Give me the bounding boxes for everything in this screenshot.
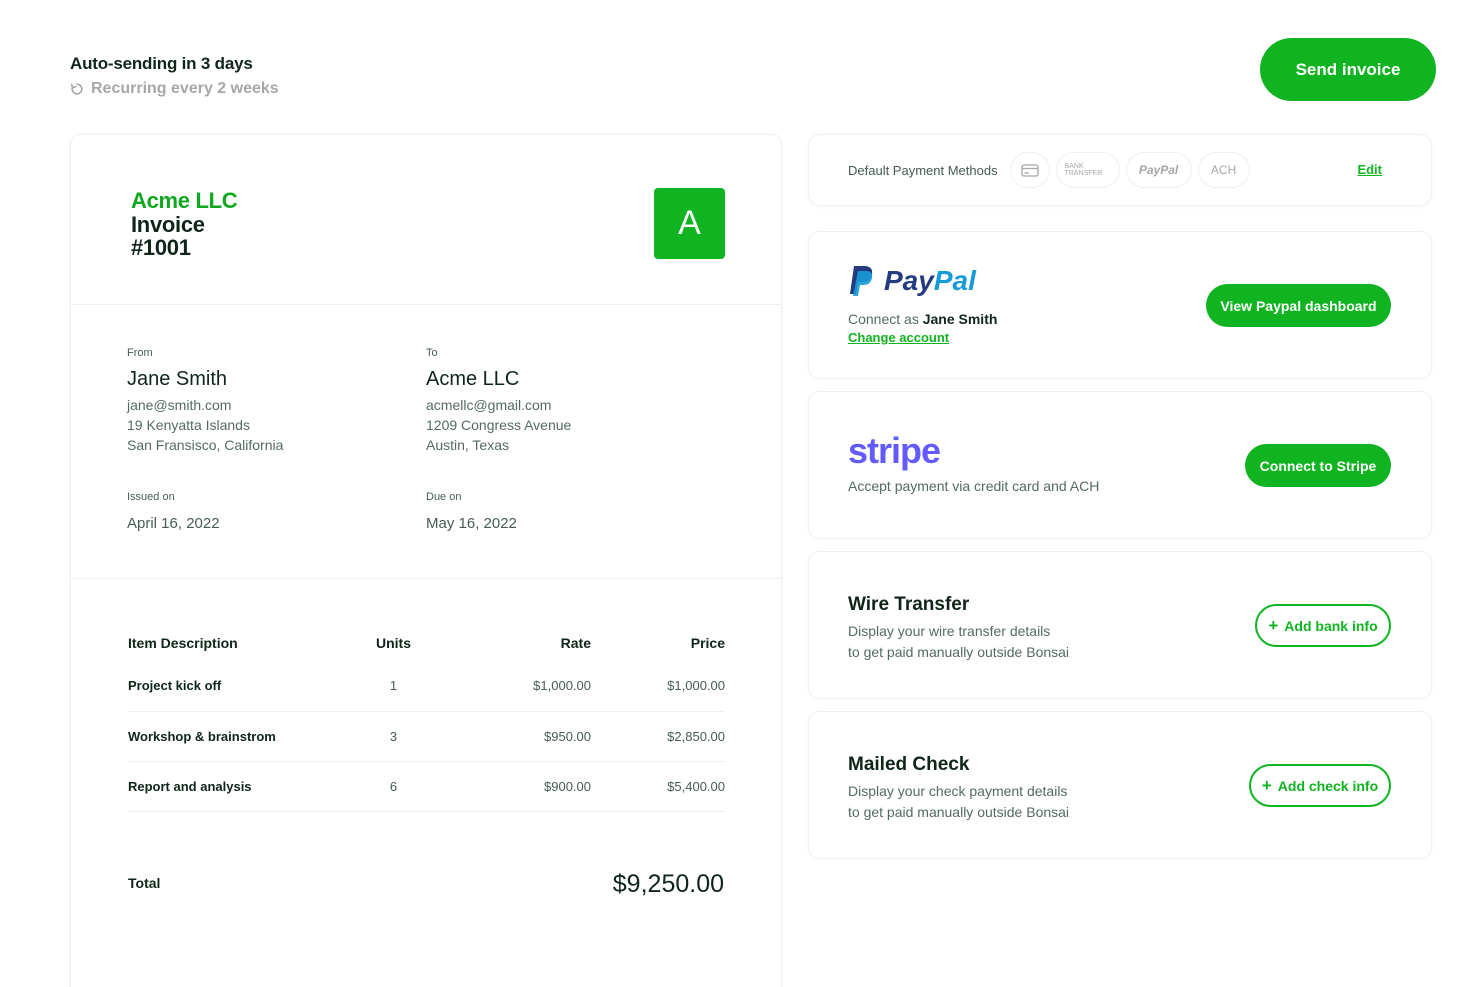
table-row[interactable]: Report and analysis 6 $900.00 $5,400.00 [128, 761, 725, 812]
item-description: Project kick off [128, 661, 336, 712]
view-paypal-dashboard-button[interactable]: View Paypal dashboard [1206, 284, 1391, 327]
to-name: Acme LLC [426, 368, 520, 390]
stripe-card: stripe Accept payment via credit card an… [808, 391, 1432, 539]
invoice-card: Acme LLC Invoice #1001 A From Jane Smith… [70, 134, 782, 987]
from-address2: San Fransisco, California [127, 437, 284, 453]
default-payment-methods: Default Payment Methods BANK TRANSFER Pa… [808, 134, 1432, 206]
paypal-wordmark-pay: Pay [884, 265, 934, 296]
invoice-company: Acme LLC [131, 188, 238, 213]
item-price: $2,850.00 [591, 711, 725, 762]
issued-label: Issued on [127, 491, 175, 503]
connect-name: Jane Smith [922, 311, 998, 327]
paypal-logo: PayPal [848, 265, 976, 297]
item-units: 6 [336, 761, 451, 812]
from-address1: 19 Kenyatta Islands [127, 417, 250, 433]
bank-transfer-chip: BANK TRANSFER [1055, 152, 1120, 188]
paypal-wordmark: PayPal [884, 265, 976, 297]
to-label: To [426, 347, 438, 359]
check-line-2: to get paid manually outside Bonsai [848, 804, 1070, 820]
col-description: Item Description [128, 635, 238, 651]
to-email: acmellc@gmail.com [426, 397, 552, 413]
item-rate: $1,000.00 [451, 661, 591, 712]
due-label: Due on [426, 491, 462, 503]
table-row[interactable]: Project kick off 1 $1,000.00 $1,000.00 [128, 661, 725, 712]
item-rate: $900.00 [451, 761, 591, 812]
ach-chip: ACH [1197, 152, 1250, 188]
card-method-chip [1009, 152, 1050, 188]
col-units: Units [376, 635, 411, 651]
add-check-info-label: Add check info [1277, 777, 1379, 794]
paypal-wordmark-pal: Pal [933, 265, 976, 296]
credit-card-icon [1020, 163, 1039, 177]
mailed-check-title: Mailed Check [848, 754, 970, 775]
paypal-connected-as: Connect as Jane Smith [848, 309, 997, 330]
line-items-table: Item Description Units Rate Price Projec… [128, 625, 725, 812]
paypal-card: PayPal Connect as Jane Smith Change acco… [808, 231, 1432, 379]
add-check-info-button[interactable]: + Add check info [1249, 764, 1391, 807]
total-amount: $9,250.00 [612, 870, 724, 898]
invoice-header: Acme LLC Invoice #1001 A [71, 135, 781, 305]
recurring-info: Recurring every 2 weeks [70, 80, 279, 98]
from-name: Jane Smith [127, 368, 228, 390]
recurring-text: Recurring every 2 weeks [91, 80, 279, 97]
add-bank-info-button[interactable]: + Add bank info [1255, 604, 1391, 647]
stripe-description: Accept payment via credit card and ACH [848, 478, 1100, 494]
invoice-title: Invoice #1001 [131, 212, 205, 260]
total-label: Total [128, 875, 161, 891]
item-price: $5,400.00 [591, 761, 725, 812]
table-header-row: Item Description Units Rate Price [128, 625, 725, 661]
issued-date: April 16, 2022 [127, 515, 220, 532]
check-line-1: Display your check payment details [848, 783, 1068, 799]
wire-line-1: Display your wire transfer details [848, 623, 1051, 639]
plus-icon: + [1268, 616, 1279, 635]
plus-icon: + [1261, 776, 1272, 795]
connect-stripe-button[interactable]: Connect to Stripe [1245, 444, 1391, 487]
item-units: 3 [336, 711, 451, 762]
to-address1: 1209 Congress Avenue [426, 417, 572, 433]
item-price: $1,000.00 [591, 661, 725, 712]
edit-payment-methods-link[interactable]: Edit [1357, 162, 1382, 177]
wire-line-2: to get paid manually outside Bonsai [848, 644, 1070, 660]
paypal-chip: PayPal [1125, 152, 1192, 188]
paypal-p-icon [850, 266, 873, 296]
change-account-link[interactable]: Change account [848, 330, 949, 345]
add-bank-info-label: Add bank info [1284, 617, 1378, 634]
schedule-info: Auto-sending in 3 days Recurring every 2… [70, 54, 279, 98]
connect-prefix: Connect as [848, 311, 923, 327]
section-divider [71, 578, 781, 579]
payment-methods-label: Default Payment Methods [848, 162, 998, 178]
table-row[interactable]: Workshop & brainstrom 3 $950.00 $2,850.0… [128, 711, 725, 762]
from-details: jane@smith.com 19 Kenyatta Islands San F… [127, 395, 283, 455]
auto-sending-text: Auto-sending in 3 days [70, 54, 253, 73]
from-email: jane@smith.com [127, 397, 232, 413]
send-invoice-button[interactable]: Send invoice [1260, 38, 1436, 101]
item-description: Workshop & brainstrom [128, 711, 336, 762]
recurring-icon [70, 83, 83, 95]
stripe-logo: stripe [848, 430, 941, 471]
item-description: Report and analysis [128, 761, 336, 812]
from-label: From [127, 347, 153, 359]
wire-transfer-title: Wire Transfer [848, 594, 970, 615]
due-date: May 16, 2022 [426, 515, 517, 532]
wire-transfer-card: Wire Transfer Display your wire transfer… [808, 551, 1432, 699]
to-details: acmellc@gmail.com 1209 Congress Avenue A… [426, 395, 571, 455]
item-units: 1 [336, 661, 451, 712]
wire-transfer-description: Display your wire transfer details to ge… [848, 621, 1069, 663]
col-price: Price [690, 635, 725, 651]
mailed-check-card: Mailed Check Display your check payment … [808, 711, 1432, 859]
company-logo[interactable]: A [654, 188, 725, 259]
item-rate: $950.00 [451, 711, 591, 762]
to-address2: Austin, Texas [426, 437, 510, 453]
mailed-check-description: Display your check payment details to ge… [848, 781, 1069, 823]
col-rate: Rate [560, 635, 591, 651]
